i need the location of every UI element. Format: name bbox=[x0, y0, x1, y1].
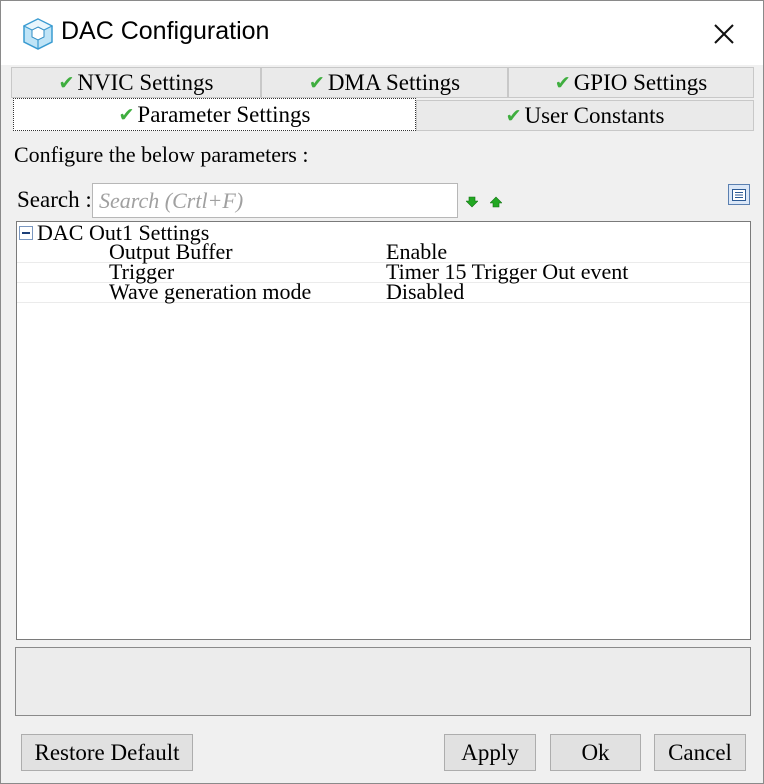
close-button[interactable] bbox=[701, 15, 747, 53]
parameter-settings-panel: Configure the below parameters : Search … bbox=[11, 132, 754, 642]
dialog-title: DAC Configuration bbox=[61, 17, 270, 45]
tab-strip: ✔ NVIC Settings ✔ DMA Settings ✔ GPIO Setti… bbox=[11, 67, 754, 131]
title-bar: DAC Configuration bbox=[1, 1, 763, 65]
parameter-tree: DAC Out1 Settings Output Buffer Enable T… bbox=[16, 221, 751, 640]
tab-nvic-settings[interactable]: ✔ NVIC Settings bbox=[11, 67, 261, 98]
list-view-icon bbox=[732, 188, 746, 201]
ok-button[interactable]: Ok bbox=[550, 734, 641, 771]
arrow-down-icon[interactable] bbox=[466, 196, 478, 208]
search-input[interactable] bbox=[92, 183, 458, 218]
tab-dma-settings[interactable]: ✔ DMA Settings bbox=[261, 67, 508, 98]
check-icon: ✔ bbox=[505, 104, 522, 127]
param-name: Wave generation mode bbox=[109, 279, 312, 304]
cancel-button[interactable]: Cancel bbox=[654, 734, 746, 771]
tab-label: User Constants bbox=[524, 102, 665, 128]
param-value[interactable]: Disabled bbox=[386, 279, 464, 305]
collapse-icon[interactable] bbox=[19, 226, 33, 240]
description-panel bbox=[15, 647, 751, 716]
apply-button[interactable]: Apply bbox=[444, 734, 536, 771]
dac-configuration-dialog: DAC Configuration ✔ NVIC Settings ✔ DMA Se… bbox=[0, 0, 764, 784]
close-icon bbox=[714, 24, 734, 44]
cube-icon bbox=[22, 18, 54, 50]
tab-label: DMA Settings bbox=[327, 69, 461, 95]
search-label: Search : bbox=[17, 187, 92, 212]
arrow-up-icon[interactable] bbox=[490, 196, 502, 208]
check-icon: ✔ bbox=[118, 103, 135, 126]
tab-label: Parameter Settings bbox=[137, 101, 311, 127]
check-icon: ✔ bbox=[58, 71, 75, 94]
table-row[interactable]: Wave generation mode Disabled bbox=[17, 279, 750, 304]
tab-label: NVIC Settings bbox=[77, 69, 214, 95]
check-icon: ✔ bbox=[308, 71, 325, 94]
tab-parameter-settings[interactable]: ✔ Parameter Settings bbox=[13, 98, 416, 131]
list-view-button[interactable] bbox=[728, 184, 750, 205]
instruction-text: Configure the below parameters : bbox=[14, 142, 309, 167]
tab-label: GPIO Settings bbox=[573, 69, 708, 95]
tab-gpio-settings[interactable]: ✔ GPIO Settings bbox=[508, 67, 754, 98]
tab-user-constants[interactable]: ✔ User Constants bbox=[416, 100, 754, 131]
restore-default-button[interactable]: Restore Default bbox=[21, 734, 193, 771]
check-icon: ✔ bbox=[554, 71, 571, 94]
